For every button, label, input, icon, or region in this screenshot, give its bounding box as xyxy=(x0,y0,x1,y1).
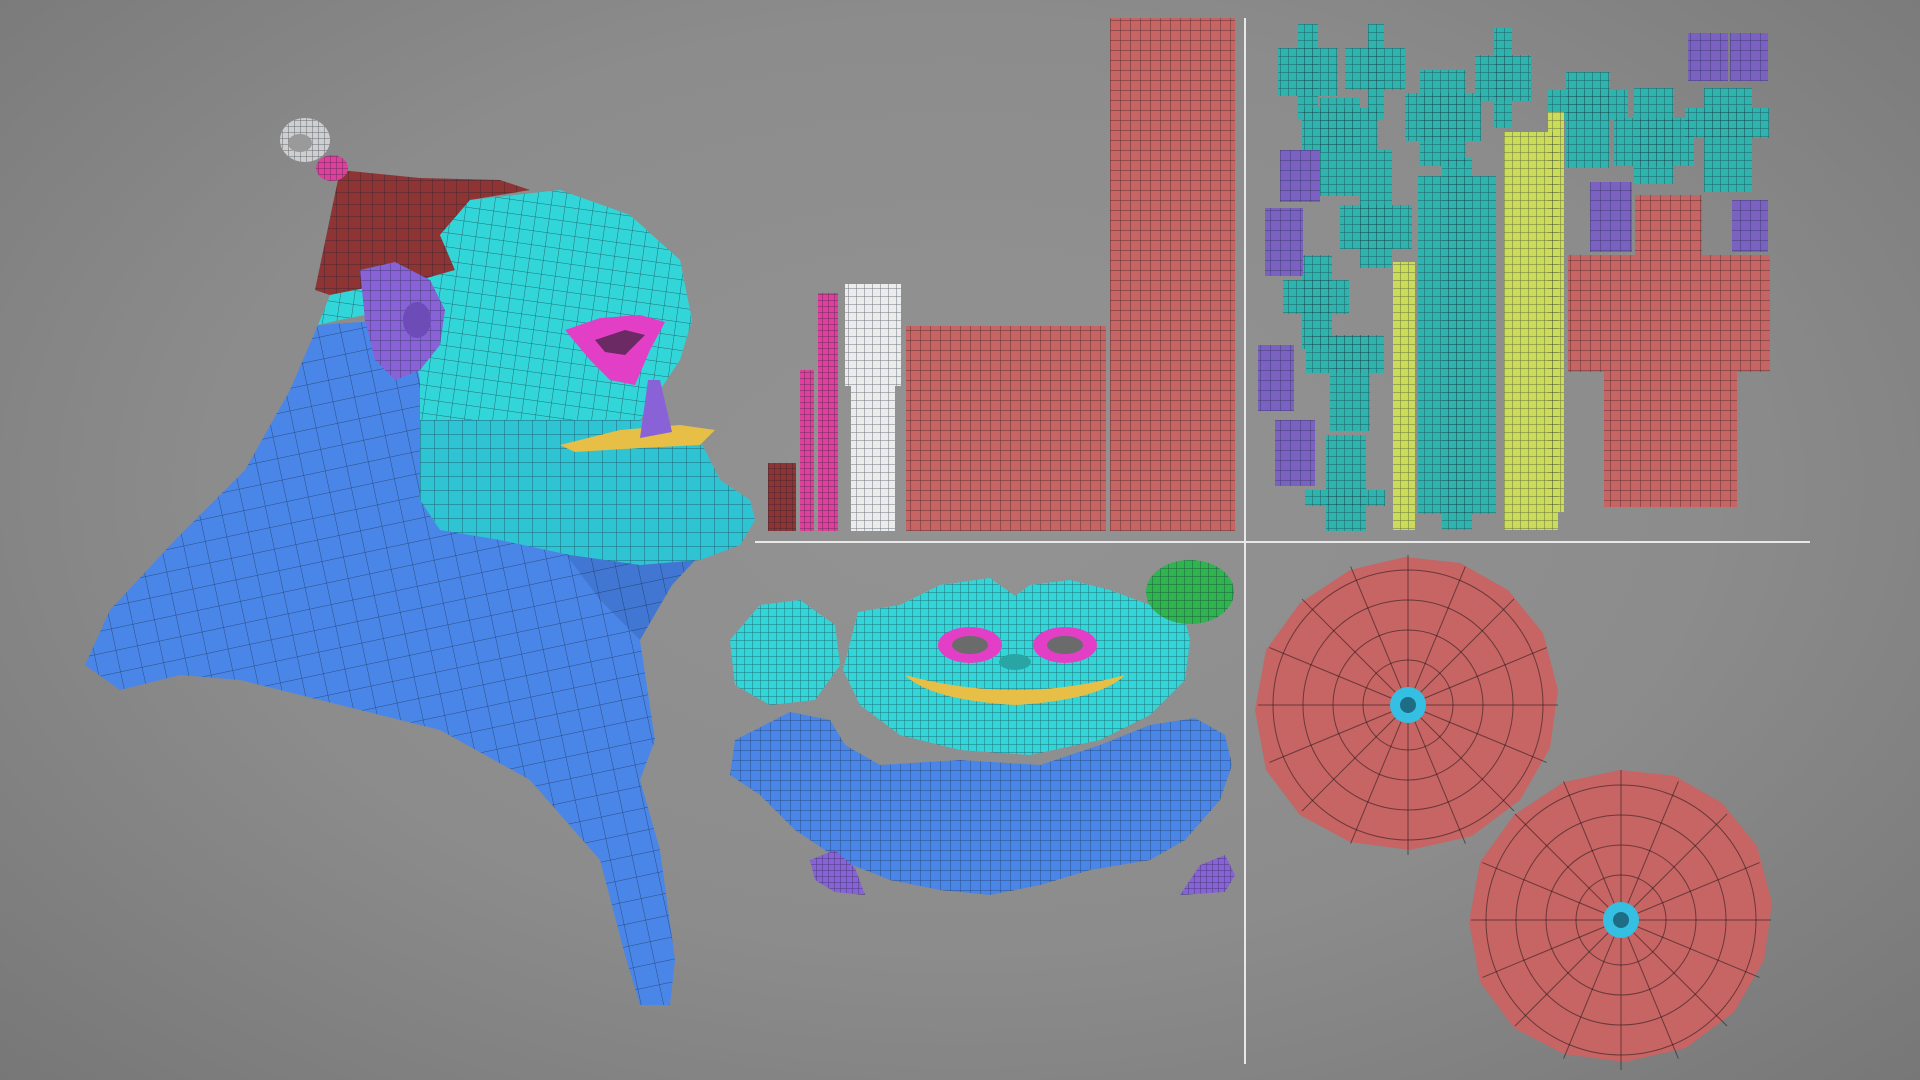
3d-viewport[interactable] xyxy=(0,0,1920,1080)
character-head-model[interactable] xyxy=(85,118,755,1005)
uv-tile-bottom-left[interactable] xyxy=(730,560,1235,895)
uv-shell-disc-2 xyxy=(1469,770,1772,1070)
uv-tile-bottom-right[interactable] xyxy=(1255,555,1772,1070)
uv-layout-scene xyxy=(85,18,1810,1070)
uv-tile-top-left[interactable] xyxy=(768,18,1235,531)
uv-tile-top-right[interactable] xyxy=(1258,24,1770,531)
uv-shell-disc-1 xyxy=(1255,555,1558,855)
